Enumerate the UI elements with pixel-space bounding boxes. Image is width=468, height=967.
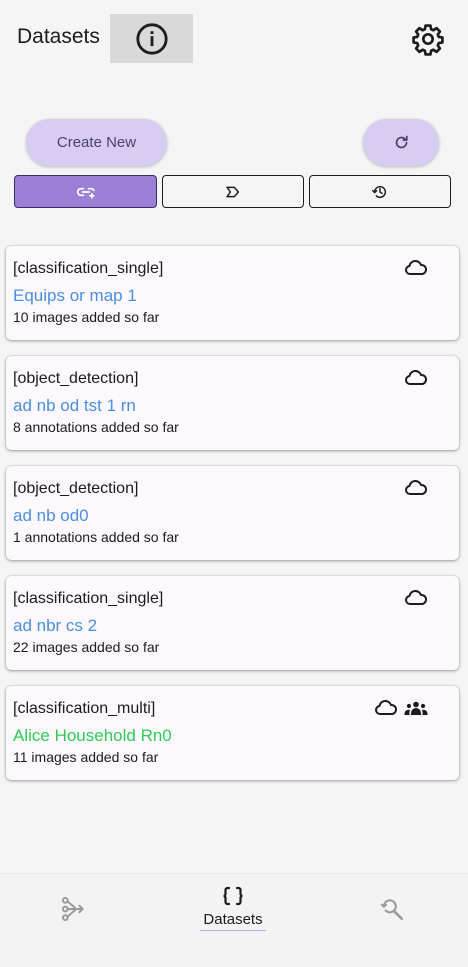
dataset-name-link[interactable]: ad nb od0 bbox=[13, 506, 89, 526]
cloud-icon bbox=[405, 590, 428, 605]
dataset-count: 10 images added so far bbox=[13, 309, 160, 325]
dataset-count: 1 annotations added so far bbox=[13, 529, 179, 545]
dataset-type: [classification_multi] bbox=[13, 700, 156, 717]
settings-button[interactable] bbox=[409, 20, 447, 58]
braces-icon bbox=[223, 886, 243, 906]
dataset-card[interactable]: [object_detection] ad nb od tst 1 rn 8 a… bbox=[6, 356, 459, 450]
dataset-card[interactable]: [classification_multi] Alice Household R… bbox=[6, 686, 459, 780]
cloud-icon bbox=[405, 480, 428, 495]
info-button[interactable] bbox=[110, 14, 193, 63]
dataset-card[interactable]: [object_detection] ad nb od0 1 annotatio… bbox=[6, 466, 459, 560]
dataset-name-link[interactable]: ad nbr cs 2 bbox=[13, 616, 97, 636]
dataset-count: 8 annotations added so far bbox=[13, 419, 179, 435]
cloud-icon bbox=[405, 260, 428, 275]
filter-segment-labels[interactable] bbox=[162, 175, 304, 208]
dataset-type: [object_detection] bbox=[13, 370, 139, 387]
page-title: Datasets bbox=[17, 25, 100, 48]
filter-segment-history[interactable] bbox=[309, 175, 451, 208]
dataset-card[interactable]: [classification_single] ad nbr cs 2 22 i… bbox=[6, 576, 459, 670]
refresh-button[interactable] bbox=[363, 119, 439, 166]
dataset-count: 22 images added so far bbox=[13, 639, 160, 655]
nav-active-indicator bbox=[200, 930, 266, 931]
label-icon bbox=[226, 186, 240, 197]
link-add-icon bbox=[76, 187, 95, 199]
bottom-navigation: Datasets bbox=[0, 873, 468, 967]
history-icon bbox=[372, 185, 387, 198]
dataset-type: [classification_single] bbox=[13, 260, 164, 277]
nav-item-pipeline[interactable] bbox=[44, 896, 104, 922]
refresh-icon bbox=[395, 135, 408, 149]
gear-icon bbox=[412, 24, 444, 56]
dataset-card[interactable]: [classification_single] Equips or map 1 … bbox=[6, 246, 459, 340]
branch-arrow-icon bbox=[61, 896, 84, 922]
app-bar: Datasets bbox=[0, 0, 468, 78]
dataset-name-link[interactable]: Equips or map 1 bbox=[13, 286, 137, 306]
dataset-type: [classification_single] bbox=[13, 590, 164, 607]
cloud-icon bbox=[405, 370, 428, 385]
cloud-icon bbox=[375, 700, 398, 715]
dataset-type: [object_detection] bbox=[13, 480, 139, 497]
search-refresh-icon bbox=[380, 899, 404, 921]
dataset-name-link[interactable]: Alice Household Rn0 bbox=[13, 726, 172, 746]
dataset-count: 11 images added so far bbox=[13, 749, 159, 765]
nav-item-search[interactable] bbox=[362, 896, 422, 922]
info-icon bbox=[135, 22, 168, 55]
dataset-name-link[interactable]: ad nb od tst 1 rn bbox=[13, 396, 136, 416]
nav-label-datasets: Datasets bbox=[203, 911, 263, 928]
group-icon bbox=[404, 701, 428, 715]
filter-segment-linked[interactable] bbox=[14, 175, 157, 208]
nav-item-datasets[interactable]: Datasets bbox=[195, 886, 271, 931]
create-new-button[interactable]: Create New bbox=[26, 119, 167, 166]
